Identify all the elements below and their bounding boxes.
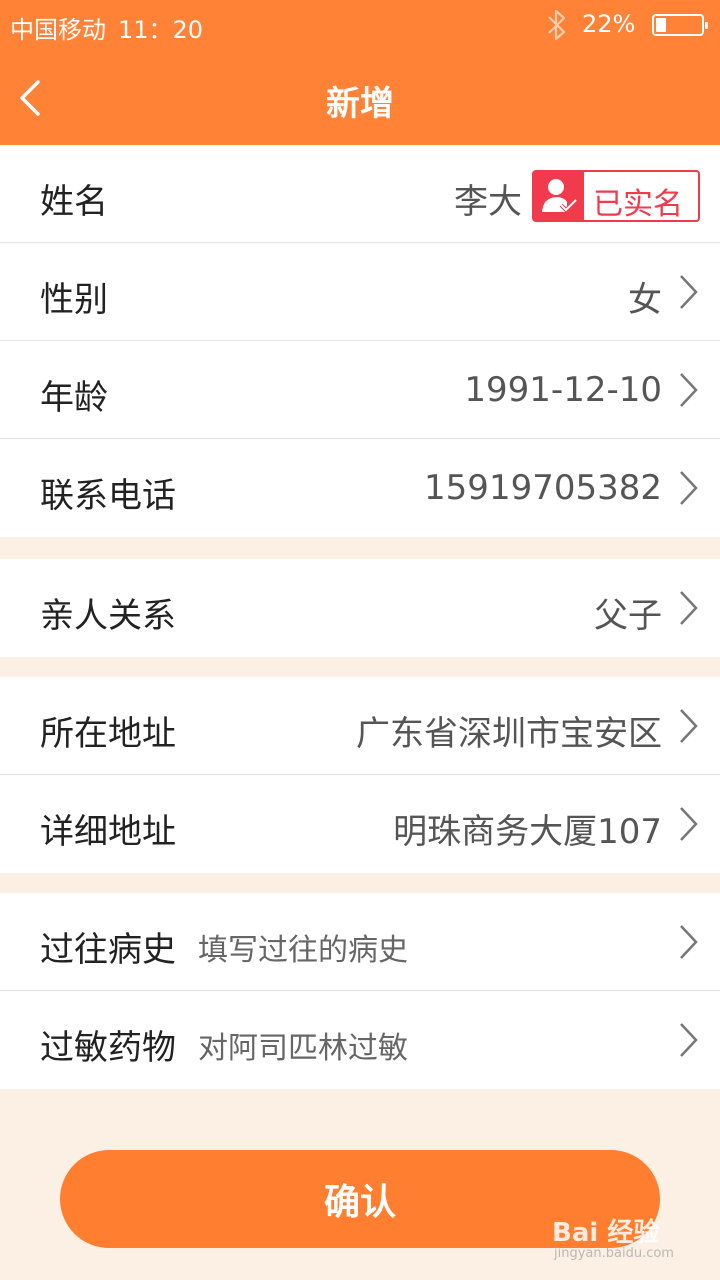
chevron-right-icon (680, 1023, 698, 1057)
medical-group: 过往病史 填写过往的病史 过敏药物 对阿司匹林过敏 (0, 893, 720, 1089)
basic-info-group: 姓名 李大 已实名 性别 女 年龄 1991-12-10 联系电话 159197… (0, 145, 720, 537)
allergy-row[interactable]: 过敏药物 对阿司匹林过敏 (0, 991, 720, 1089)
name-label: 姓名 (40, 182, 108, 222)
allergy-value: 对阿司匹林过敏 (198, 1031, 408, 1066)
medical-history-label: 过往病史 (40, 930, 176, 970)
verified-badge: 已实名 (532, 170, 700, 222)
verified-badge-text: 已实名 (593, 187, 683, 222)
battery-fill (656, 18, 666, 32)
chevron-right-icon (680, 471, 698, 505)
region-row[interactable]: 所在地址 广东省深圳市宝安区 (0, 677, 720, 775)
allergy-label: 过敏药物 (40, 1028, 176, 1068)
phone-row[interactable]: 联系电话 15919705382 (0, 439, 720, 537)
region-value: 广东省深圳市宝安区 (356, 714, 662, 754)
medical-history-row[interactable]: 过往病史 填写过往的病史 (0, 893, 720, 991)
name-row[interactable]: 姓名 李大 已实名 (0, 145, 720, 243)
gender-row[interactable]: 性别 女 (0, 243, 720, 341)
chevron-right-icon (680, 591, 698, 625)
chevron-right-icon (680, 807, 698, 841)
address-detail-row[interactable]: 详细地址 明珠商务大厦107 (0, 775, 720, 873)
phone-label: 联系电话 (40, 476, 176, 516)
phone-value: 15919705382 (424, 468, 662, 508)
address-group: 所在地址 广东省深圳市宝安区 详细地址 明珠商务大厦107 (0, 677, 720, 873)
chevron-right-icon (680, 373, 698, 407)
bluetooth-icon (548, 9, 566, 41)
verified-user-icon (534, 172, 584, 220)
address-detail-label: 详细地址 (40, 812, 176, 852)
age-label: 年龄 (40, 378, 108, 418)
status-time: 11：20 (118, 16, 204, 44)
nav-bar: 新增 (0, 52, 720, 145)
watermark-sub: jingyan.baidu.com (554, 1246, 674, 1261)
address-detail-value: 明珠商务大厦107 (393, 812, 662, 852)
relation-group: 亲人关系 父子 (0, 559, 720, 657)
page-title: 新增 (326, 84, 394, 124)
medical-history-placeholder: 填写过往的病史 (198, 933, 408, 968)
watermark-text: Bai 经验 (552, 1218, 660, 1248)
name-value: 李大 (454, 182, 522, 222)
chevron-right-icon (680, 709, 698, 743)
relation-row[interactable]: 亲人关系 父子 (0, 559, 720, 657)
battery-percent: 22% (582, 10, 636, 38)
battery-icon (652, 14, 708, 36)
carrier-name: 中国移动 (10, 16, 106, 44)
chevron-right-icon (680, 925, 698, 959)
relation-value: 父子 (594, 596, 662, 636)
status-bar: 中国移动 11：20 22% (0, 0, 720, 52)
age-value: 1991-12-10 (464, 370, 662, 410)
relation-label: 亲人关系 (40, 596, 176, 636)
age-row[interactable]: 年龄 1991-12-10 (0, 341, 720, 439)
baidu-watermark: Bai 经验 jingyan.baidu.com (552, 1212, 702, 1264)
chevron-right-icon (680, 275, 698, 309)
gender-value: 女 (628, 280, 662, 320)
region-label: 所在地址 (40, 714, 176, 754)
gender-label: 性别 (40, 280, 108, 320)
